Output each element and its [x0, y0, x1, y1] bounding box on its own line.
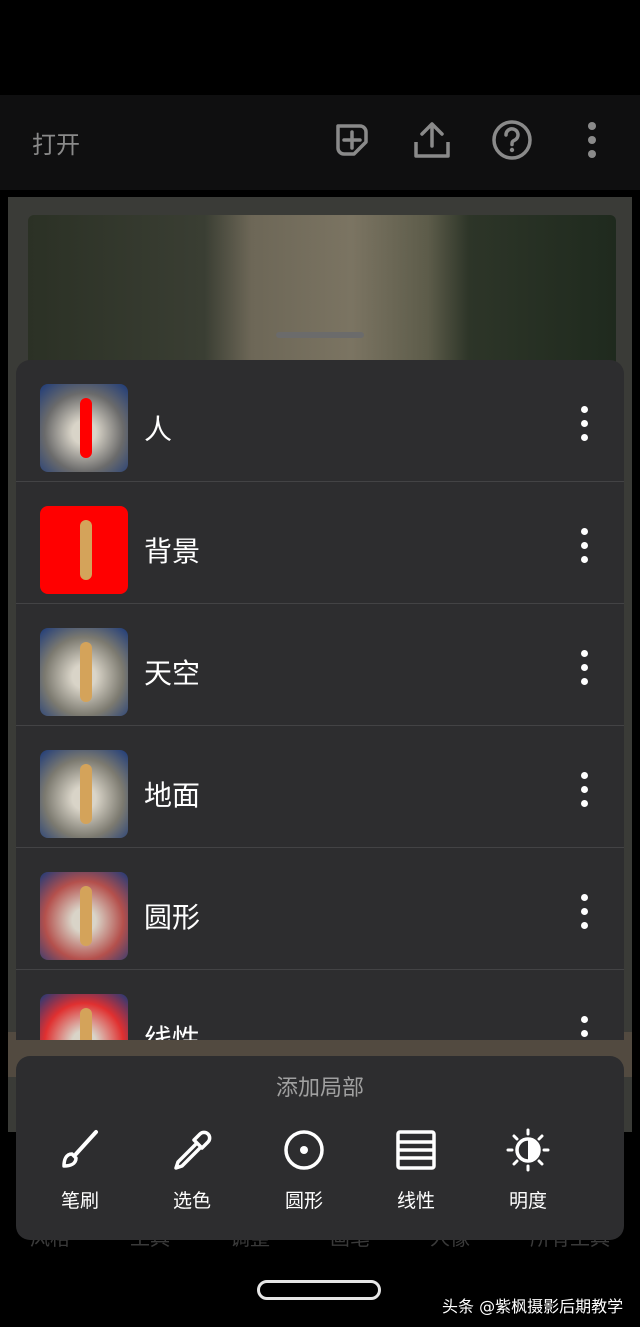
mask-label: 圆形	[144, 901, 201, 934]
open-button[interactable]: 打开	[32, 125, 80, 160]
mask-row[interactable]: 线性	[16, 970, 624, 1040]
mask-label: 地面	[144, 779, 201, 812]
luminance-tool-button[interactable]: 明度	[478, 1128, 578, 1213]
share-icon[interactable]	[410, 118, 454, 162]
more-vert-icon[interactable]	[576, 650, 592, 690]
more-vert-icon[interactable]	[576, 528, 592, 568]
luminance-icon	[506, 1128, 550, 1172]
mask-row[interactable]: 背景	[16, 482, 624, 604]
photo-frame-top	[28, 215, 616, 365]
more-vert-icon[interactable]	[576, 772, 592, 812]
brush-icon	[62, 1130, 98, 1168]
mask-thumbnail	[40, 506, 128, 594]
mask-label: 人	[144, 413, 173, 446]
add-layer-icon[interactable]	[330, 118, 374, 162]
mask-thumbnail	[40, 384, 128, 472]
sheet-drag-handle[interactable]	[276, 332, 364, 338]
mask-row[interactable]: 圆形	[16, 848, 624, 970]
brush-tool-button[interactable]: 笔刷	[30, 1128, 130, 1213]
mask-label: 线性	[144, 1023, 201, 1040]
mask-thumbnail	[40, 628, 128, 716]
watermark: 头条 @紫枫摄影后期教学	[442, 1297, 624, 1316]
mask-row[interactable]: 人	[16, 360, 624, 482]
mask-list-sheet: 人 背景 天空 地面 圆形 线性	[16, 360, 624, 1040]
app-header	[0, 95, 640, 190]
mask-row[interactable]: 地面	[16, 726, 624, 848]
help-icon[interactable]	[490, 118, 534, 162]
mask-label: 背景	[144, 535, 201, 568]
color-select-tool-button[interactable]: 选色	[142, 1128, 242, 1213]
gesture-bar[interactable]	[257, 1280, 381, 1300]
mask-thumbnail	[40, 872, 128, 960]
radial-tool-button[interactable]: 圆形	[254, 1128, 354, 1213]
linear-icon	[396, 1130, 436, 1170]
radial-icon	[284, 1130, 324, 1170]
mask-label: 天空	[144, 657, 201, 690]
mask-thumbnail	[40, 750, 128, 838]
add-local-panel: 添加局部 笔刷 选色 圆形 线性 明度	[16, 1056, 624, 1240]
eyedropper-icon	[174, 1130, 212, 1170]
linear-tool-button[interactable]: 线性	[366, 1128, 466, 1213]
more-vert-icon[interactable]	[570, 118, 614, 162]
mask-thumbnail	[40, 994, 128, 1040]
add-local-title: 添加局部	[275, 1076, 364, 1101]
more-vert-icon[interactable]	[576, 406, 592, 446]
more-vert-icon[interactable]	[576, 1016, 592, 1040]
mask-row[interactable]: 天空	[16, 604, 624, 726]
more-vert-icon[interactable]	[576, 894, 592, 934]
